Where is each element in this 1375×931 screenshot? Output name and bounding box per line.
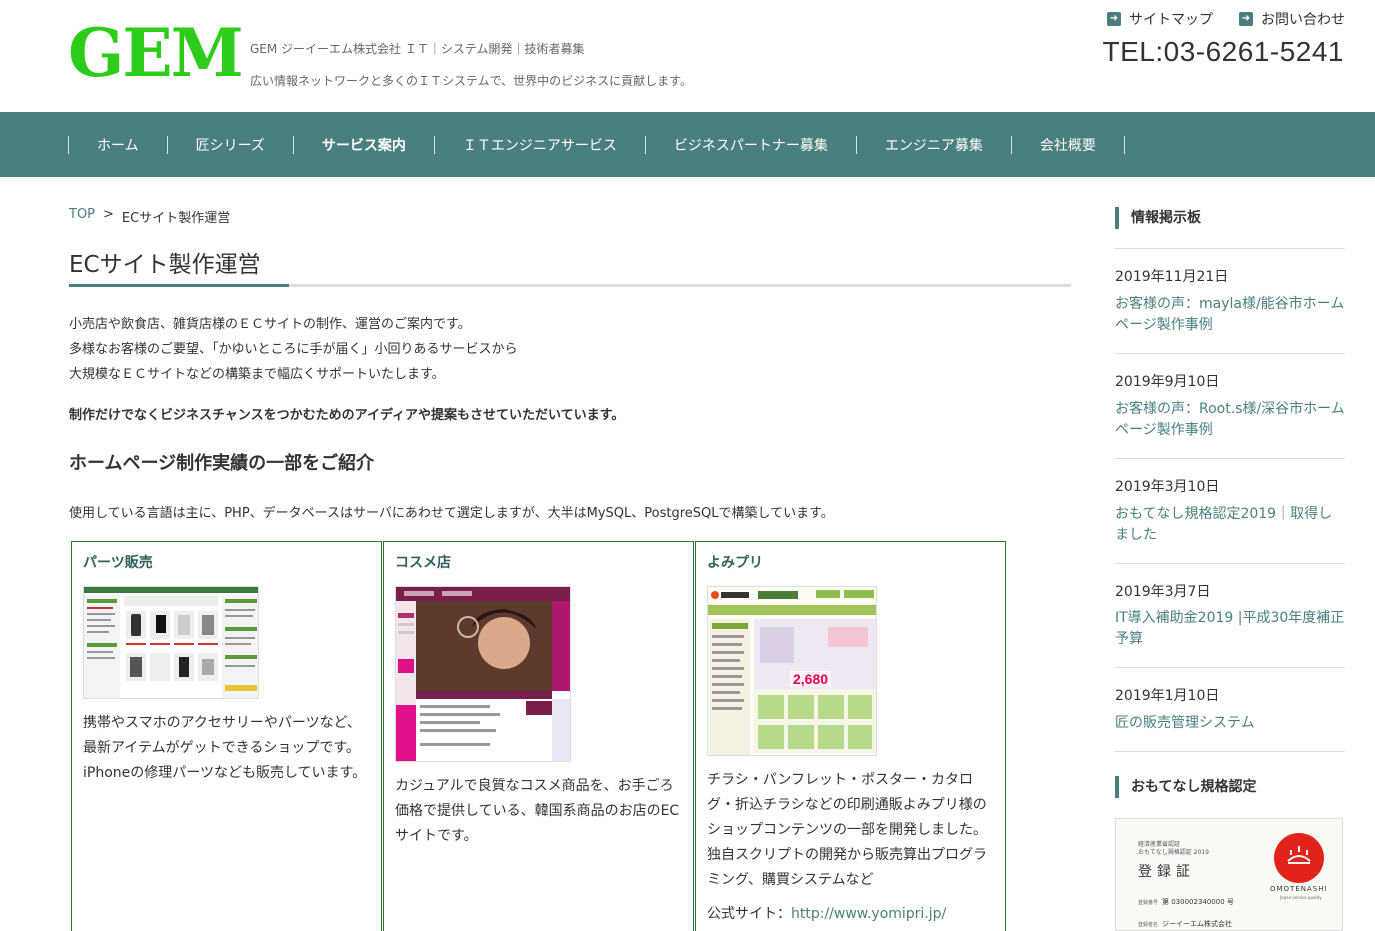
sitemap-link-label: サイトマップ [1129,12,1213,28]
yomipri-screenshot: 2,680 [707,586,877,756]
news-divider [1115,751,1345,752]
certification-heading: おもてなし規格認定 [1115,776,1256,798]
portfolio-cards: パーツ販売 携帯やスマホのアクセサリーやパーツなど、最新アイテムがゲットできるシ… [71,541,1007,931]
card-description: カジュアルで良質なコスメ商品を、お手ごろ価格で提供している、韓国系商品のお店のE… [395,778,680,844]
card-description: 携帯やスマホのアクセサリーやパーツなど、最新アイテムがゲットできるショップです。… [83,715,367,781]
portfolio-card: よみプリ 2,680 チラシ・パンフレット・ポスター・カタログ・折込チラシなどの… [695,541,1006,931]
news-date: 2019年3月10日 [1115,479,1220,495]
sitemap-link[interactable]: ➜ サイトマップ [1107,9,1213,29]
nav-list: ホーム 匠シリーズ サービス案内 ＩＴエンジニアサービス ビジネスパートナー募集… [68,112,1125,177]
cert-brand: OMOTENASHI [1270,885,1328,893]
news-link[interactable]: IT導入補助金2019 |平成30年度補正予算 [1115,608,1345,650]
news-divider [1115,248,1345,249]
company-tagline: GEM ジーイーエム株式会社 ＩＴ｜システム開発｜技術者募集 [250,42,585,56]
portfolio-card: コスメ店 カジュアルで良質なコスメ商品を、お手ごろ価格で提供している、韓国系商品… [383,541,694,931]
official-site-label: 公式サイト： [707,906,791,922]
breadcrumb-home-link[interactable]: TOP [69,207,95,226]
news-date: 2019年11月21日 [1115,269,1229,285]
cert-brand-sub: Japan service quality [1280,895,1322,900]
page-title: ECサイト製作運営 [69,252,261,278]
news-link[interactable]: 匠の販売管理システム [1115,713,1345,734]
language-note: 使用している言語は主に、PHP、データベースはサーバにあわせて選定しますが、大半… [69,506,834,521]
header-links: ➜ サイトマップ ➜ お問い合わせ [1107,9,1345,29]
card-description: チラシ・パンフレット・ポスター・カタログ・折込チラシなどの印刷通販よみプリ様のシ… [707,772,987,888]
global-nav: ホーム 匠シリーズ サービス案内 ＩＴエンジニアサービス ビジネスパートナー募集… [0,112,1375,177]
breadcrumb: TOP > ECサイト製作運営 [69,207,230,226]
cert-company-label: 登録者名 [1138,922,1159,928]
intro-text: 小売店や飲食店、雑貨店様のＥＣサイトの制作、運営のご案内です。 多様なお客様のご… [69,312,518,387]
breadcrumb-separator: > [103,207,114,222]
news-divider [1115,667,1345,668]
title-underline-accent [69,284,289,287]
site-logo[interactable]: GEM [68,18,244,88]
company-slogan: 広い情報ネットワークと多くのＩＴシステムで、世界中のビジネスに貢献します。 [250,74,692,88]
nav-item-takumi-series[interactable]: 匠シリーズ [168,135,293,155]
breadcrumb-current: ECサイト製作運営 [121,211,231,226]
nav-item-home[interactable]: ホーム [69,135,167,155]
omotenashi-logo-icon [1274,833,1324,883]
card-title: よみプリ [707,555,763,571]
news-divider [1115,458,1345,459]
nav-item-business-partner[interactable]: ビジネスパートナー募集 [646,135,856,155]
portfolio-card: パーツ販売 携帯やスマホのアクセサリーやパーツなど、最新アイテムがゲットできるシ… [71,541,382,931]
card-title: コスメ店 [395,555,451,571]
nav-item-services[interactable]: サービス案内 [294,135,434,155]
news-divider [1115,353,1345,354]
card-title: パーツ販売 [83,555,153,571]
intro-line: 小売店や飲食店、雑貨店様のＥＣサイトの制作、運営のご案内です。 [69,317,471,332]
news-link[interactable]: おもてなし規格認定2019｜取得しました [1115,504,1345,546]
news-date: 2019年3月7日 [1115,584,1211,600]
contact-link-label: お問い合わせ [1261,12,1345,28]
nav-item-it-engineer-service[interactable]: ＩＴエンジニアサービス [435,135,645,155]
nav-item-company[interactable]: 会社概要 [1012,135,1124,155]
phone-number: TEL:03-6261-5241 [1102,36,1344,67]
intro-line: 多様なお客様のご要望、「かゆいところに手が届く」小回りあるサービスから [69,342,518,357]
news-divider [1115,563,1345,564]
cert-line2: おもてなし規格認証 2019 [1138,849,1209,856]
official-site-row: 公式サイト：http://www.yomipri.jp/ [707,903,994,923]
news-date: 2019年9月10日 [1115,374,1220,390]
arrow-right-icon: ➜ [1239,12,1253,26]
yomipri-price-label: 2,680 [790,671,832,687]
cosme-shop-screenshot [395,586,571,762]
cert-reg-label: 登録番号 [1138,900,1159,906]
news-link[interactable]: お客様の声：Root.s様/深谷市ホームページ製作事例 [1115,399,1345,441]
nav-divider [1123,135,1125,154]
news-heading: 情報掲示板 [1115,207,1201,229]
official-site-link[interactable]: http://www.yomipri.jp/ [791,906,946,922]
emphasis-text: 制作だけでなくビジネスチャンスをつかむためのアイディアや提案もさせていただいてい… [69,408,625,423]
arrow-right-icon: ➜ [1107,12,1121,26]
site-header: GEM GEM ジーイーエム株式会社 ＩＴ｜システム開発｜技術者募集 広い情報ネ… [0,0,1375,112]
news-link[interactable]: お客様の声：mayla様/能谷市ホームページ製作事例 [1115,294,1345,336]
news-date: 2019年1月10日 [1115,688,1220,704]
section-title: ホームページ制作実績の一部をご紹介 [69,453,375,474]
omotenashi-certificate[interactable]: 経済産業省認証 おもてなし規格認証 2019 登録証 OMOTENASHI Ja… [1115,818,1343,931]
contact-link[interactable]: ➜ お問い合わせ [1239,9,1345,29]
intro-line: 大規模なＥＣサイトなどの構築まで幅広くサポートいたします。 [69,367,445,382]
cert-title: 登録証 [1138,864,1195,880]
parts-shop-screenshot [83,586,259,699]
cert-reg-no: 第 030002340000 号 [1162,898,1234,906]
nav-item-engineer-recruit[interactable]: エンジニア募集 [857,135,1011,155]
cert-company: ジーイーエム株式会社 [1162,920,1232,928]
